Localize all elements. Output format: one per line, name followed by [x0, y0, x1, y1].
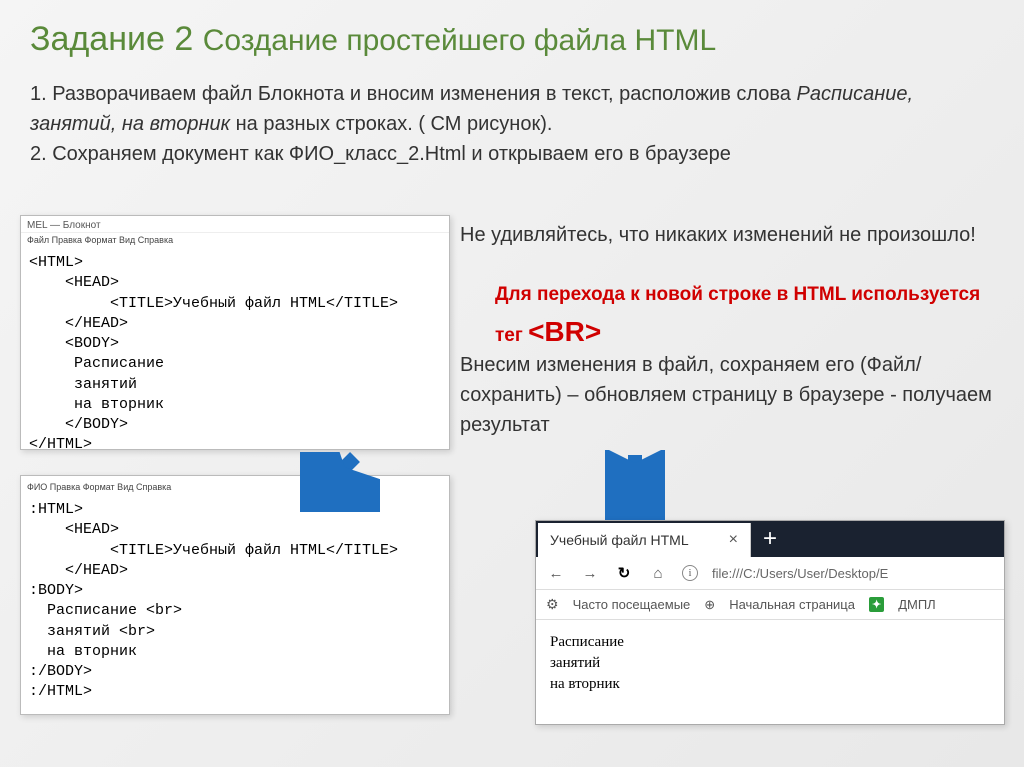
content-line3: на вторник	[550, 674, 990, 695]
notepad1-menubar: Файл Правка Формат Вид Справка	[21, 233, 449, 249]
tab-title: Учебный файл HTML	[550, 532, 689, 548]
bookmark-green-icon[interactable]: ✦	[869, 597, 884, 612]
bookmark-dmpl[interactable]: ДМПЛ	[898, 597, 936, 612]
note-no-changes: Не удивляйтесь, что никаких изменений не…	[460, 220, 1015, 250]
site-info-icon[interactable]: i	[682, 565, 698, 581]
notepad-window-2: ФИО Правка Формат Вид Справка :HTML> <HE…	[20, 475, 450, 715]
gear-icon[interactable]: ⚙	[546, 596, 559, 613]
nav-forward-icon[interactable]: →	[580, 563, 600, 583]
content-line1: Расписание	[550, 632, 990, 653]
intro-line1a: 1. Разворачиваем файл Блокнота и вносим …	[30, 83, 796, 105]
notepad2-menubar: ФИО Правка Формат Вид Справка	[21, 476, 449, 496]
globe-icon[interactable]: ⊕	[704, 597, 715, 613]
notepad1-content: <HTML> <HEAD> <TITLE>Учебный файл HTML</…	[21, 249, 449, 464]
content-line2: занятий	[550, 653, 990, 674]
notepad1-titlebar: MEL — Блокнот	[21, 216, 449, 233]
bookmark-start[interactable]: Начальная страница	[729, 597, 855, 612]
arrow-down-left-icon	[300, 452, 380, 512]
intro-line2: 2. Сохраняем документ как ФИО_класс_2.Ht…	[30, 143, 731, 165]
notepad-window-1: MEL — Блокнот Файл Правка Формат Вид Спр…	[20, 215, 450, 450]
intro-text: 1. Разворачиваем файл Блокнота и вносим …	[0, 74, 1024, 179]
tab-close-icon[interactable]: ×	[729, 531, 738, 549]
notepad2-content: :HTML> <HEAD> <TITLE>Учебный файл HTML</…	[21, 496, 449, 711]
browser-bookmarks-bar: ⚙ Часто посещаемые ⊕ Начальная страница …	[536, 590, 1004, 620]
intro-line1c: на разных строках. ( СМ рисунок).	[230, 113, 552, 135]
nav-home-icon[interactable]: ⌂	[648, 563, 668, 583]
browser-content: Расписание занятий на вторник	[536, 620, 1004, 707]
red-note-tag: <BR>	[528, 316, 601, 347]
bookmark-frequent[interactable]: Часто посещаемые	[573, 597, 691, 612]
browser-address-bar: ← → ↻ ⌂ i file:///C:/Users/User/Desktop/…	[536, 557, 1004, 590]
red-note: Для перехода к новой строке в HTML испол…	[495, 280, 1005, 355]
nav-reload-icon[interactable]: ↻	[614, 563, 634, 583]
title-main: Задание 2	[30, 20, 193, 58]
new-tab-button[interactable]: +	[751, 521, 789, 557]
note-save-refresh: Внесим изменения в файл, сохраняем его (…	[460, 350, 1015, 440]
nav-back-icon[interactable]: ←	[546, 563, 566, 583]
browser-window: Учебный файл HTML × + ← → ↻ ⌂ i file:///…	[535, 520, 1005, 725]
url-text[interactable]: file:///C:/Users/User/Desktop/E	[712, 566, 994, 581]
arrow-down-icon	[605, 450, 665, 530]
browser-tabbar: Учебный файл HTML × +	[536, 521, 1004, 557]
browser-tab[interactable]: Учебный файл HTML ×	[538, 523, 751, 557]
slide-title: Задание 2 Создание простейшего файла HTM…	[0, 0, 1024, 74]
title-sub: Создание простейшего файла HTML	[203, 24, 716, 57]
